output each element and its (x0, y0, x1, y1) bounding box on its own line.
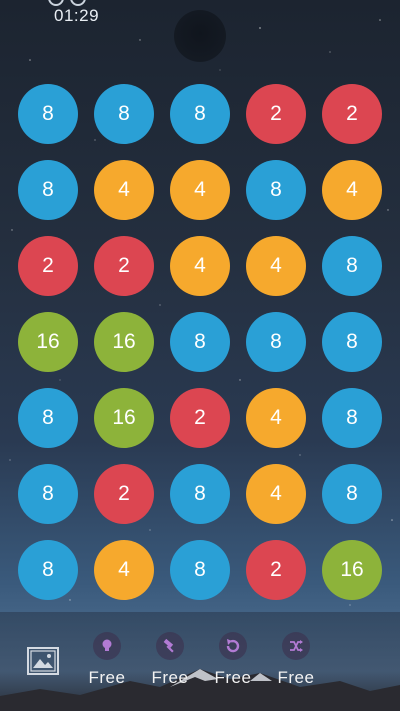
number-tile[interactable]: 2 (170, 388, 230, 448)
number-tile[interactable]: 2 (18, 236, 78, 296)
powerup-label: Free (214, 668, 252, 687)
powerup-hammer[interactable]: Free (143, 632, 197, 688)
number-tile[interactable]: 4 (170, 160, 230, 220)
number-tile[interactable]: 2 (246, 84, 306, 144)
number-tile[interactable]: 8 (18, 540, 78, 600)
number-tile[interactable]: 8 (170, 312, 230, 372)
powerup-hint[interactable]: Free (80, 632, 134, 688)
number-tile[interactable]: 8 (18, 388, 78, 448)
game-timer: 01:29 (54, 6, 100, 25)
number-tile[interactable]: 8 (322, 388, 382, 448)
number-tile[interactable]: 16 (18, 312, 78, 372)
powerup-label: Free (277, 668, 315, 687)
number-tile[interactable]: 4 (322, 160, 382, 220)
number-tile[interactable]: 8 (94, 84, 154, 144)
number-tile[interactable]: 8 (322, 236, 382, 296)
powerup-shuffle[interactable]: Free (269, 632, 323, 688)
number-tile[interactable]: 8 (18, 160, 78, 220)
game-board: 8 8 8 2 2 8 4 4 8 4 2 2 4 4 8 16 16 8 8 8 8 16 2 4 8 8 2 8 4 8 8 4 8 2 16 (18, 84, 382, 600)
number-tile[interactable]: 16 (322, 540, 382, 600)
gallery-icon (27, 647, 59, 675)
number-tile[interactable]: 8 (170, 84, 230, 144)
powerup-label: Free (88, 668, 126, 687)
number-tile[interactable]: 8 (170, 540, 230, 600)
number-tile[interactable]: 8 (18, 84, 78, 144)
number-tile[interactable]: 4 (246, 236, 306, 296)
number-tile[interactable]: 8 (322, 464, 382, 524)
undo-icon (219, 632, 247, 660)
number-tile[interactable]: 2 (322, 84, 382, 144)
number-tile[interactable]: 16 (94, 312, 154, 372)
hammer-icon (156, 632, 184, 660)
gallery-button[interactable] (26, 646, 60, 676)
number-tile[interactable]: 2 (246, 540, 306, 600)
number-tile[interactable]: 8 (18, 464, 78, 524)
bottom-toolbar (0, 612, 400, 711)
next-tile-slot (174, 10, 226, 62)
number-tile[interactable]: 8 (170, 464, 230, 524)
number-tile[interactable]: 4 (246, 388, 306, 448)
lightbulb-icon (93, 632, 121, 660)
number-tile[interactable]: 2 (94, 236, 154, 296)
number-tile[interactable]: 4 (94, 160, 154, 220)
number-tile[interactable]: 8 (322, 312, 382, 372)
shuffle-icon (282, 632, 310, 660)
powerup-undo[interactable]: Free (206, 632, 260, 688)
number-tile[interactable]: 8 (246, 160, 306, 220)
number-tile[interactable]: 2 (94, 464, 154, 524)
number-tile[interactable]: 8 (246, 312, 306, 372)
number-tile[interactable]: 16 (94, 388, 154, 448)
number-tile[interactable]: 4 (94, 540, 154, 600)
mountain-silhouette (0, 669, 400, 711)
powerup-label: Free (151, 668, 189, 687)
number-tile[interactable]: 4 (246, 464, 306, 524)
number-tile[interactable]: 4 (170, 236, 230, 296)
